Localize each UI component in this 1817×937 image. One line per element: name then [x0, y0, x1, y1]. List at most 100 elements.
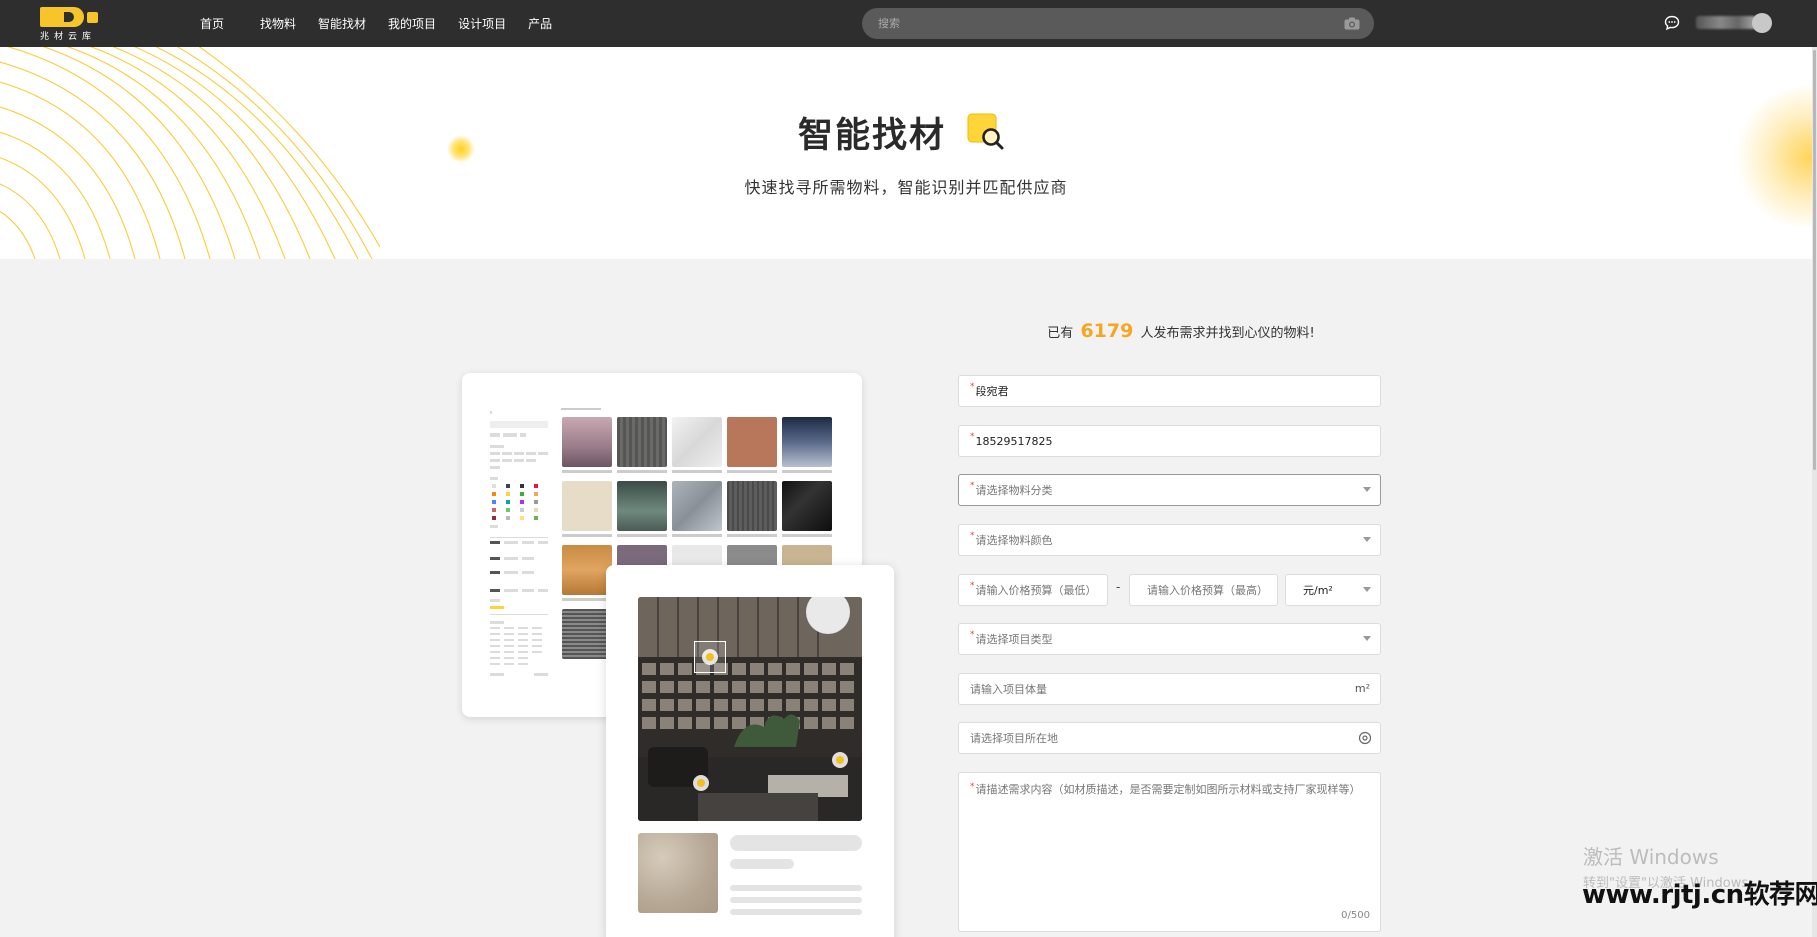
- main-nav: 首页 找物料 智能找材 我的项目 设计项目 产品: [200, 0, 574, 47]
- scrollbar-thumb[interactable]: [1813, 50, 1816, 470]
- page-title: 智能找材: [797, 116, 946, 156]
- tile-caption: [672, 470, 722, 473]
- search-bar: [862, 8, 1374, 39]
- price-unit-select[interactable]: 元/m²: [1285, 574, 1381, 606]
- volume-unit: m²: [1354, 682, 1370, 695]
- logo-mark: [40, 7, 84, 27]
- username-blurred[interactable]: [1696, 16, 1756, 29]
- tile-caption: [782, 534, 832, 537]
- watermark-line-1: 激活 Windows: [1583, 845, 1719, 869]
- site-watermark: www.rjtj.cn软荐网: [1582, 880, 1817, 910]
- magnifier-icon: [967, 113, 1004, 150]
- nav-item-find-materials[interactable]: 找物料: [260, 15, 296, 32]
- material-tile: [617, 417, 667, 467]
- top-navbar: 兆材云库 首页 找物料 智能找材 我的项目 设计项目 产品: [0, 0, 1817, 47]
- stat-count: 6179: [1080, 320, 1134, 342]
- tile-caption: [782, 470, 832, 473]
- hotspot: [832, 752, 848, 768]
- material-tile: [672, 481, 722, 531]
- project-type-placeholder: 请选择项目类型: [975, 633, 1053, 646]
- required-mark: *: [970, 782, 975, 792]
- placeholder-line: [730, 885, 862, 891]
- nav-item-home[interactable]: 首页: [200, 15, 224, 32]
- stat-suffix: 人发布需求并找到心仪的物料!: [1140, 326, 1315, 341]
- name-field[interactable]: * 段宛君: [958, 375, 1381, 407]
- placeholder-line: [730, 835, 862, 851]
- tile-caption: [672, 534, 722, 537]
- filter-sidebar-mock: [490, 411, 548, 676]
- material-category-select[interactable]: * 请选择物料分类: [958, 474, 1381, 506]
- camera-icon[interactable]: [1344, 17, 1360, 30]
- avatar[interactable]: [1752, 13, 1772, 33]
- material-tile: [782, 417, 832, 467]
- material-tile: [562, 417, 612, 467]
- required-mark: *: [970, 581, 975, 591]
- chevron-down-icon: [1363, 487, 1371, 492]
- matched-material-thumbnail: [638, 833, 718, 913]
- nav-item-design-projects[interactable]: 设计项目: [458, 15, 506, 32]
- project-location-select[interactable]: 请选择项目所在地: [958, 722, 1381, 754]
- tile-caption: [562, 470, 612, 473]
- tile-caption: [562, 534, 612, 537]
- hotspot: [693, 775, 709, 791]
- requirement-description-textarea[interactable]: *请描述需求内容（如材质描述，是否需要定制如图所示材料或支持厂家现样等） 0/5…: [958, 772, 1381, 932]
- tile-caption: [617, 470, 667, 473]
- chevron-down-icon: [1363, 587, 1371, 592]
- required-mark: *: [970, 481, 975, 491]
- category-placeholder: 请选择物料分类: [975, 484, 1053, 497]
- logo-dot: [87, 12, 98, 23]
- color-placeholder: 请选择物料颜色: [975, 534, 1053, 547]
- material-tile: [727, 417, 777, 467]
- nav-item-my-projects[interactable]: 我的项目: [388, 15, 436, 32]
- nav-item-smart-find[interactable]: 智能找材: [318, 15, 366, 32]
- material-tile: [562, 481, 612, 531]
- price-max-input[interactable]: 请输入价格预算（最高）: [1129, 574, 1278, 606]
- grid-header: [561, 408, 601, 410]
- page-subtitle: 快速找寻所需物料，智能识别并匹配供应商: [744, 178, 1068, 197]
- placeholder-line: [730, 897, 862, 903]
- illustration-room-recognition: [606, 565, 894, 937]
- phone-field[interactable]: * 18529517825: [958, 425, 1381, 457]
- tile-caption: [562, 598, 612, 601]
- location-placeholder: 请选择项目所在地: [970, 732, 1058, 745]
- logo[interactable]: 兆材云库: [40, 7, 100, 42]
- required-mark: *: [970, 432, 975, 442]
- material-tile: [562, 609, 612, 659]
- stat-prefix: 已有: [1047, 326, 1074, 341]
- material-tile: [782, 481, 832, 531]
- hero-banner: 智能找材 快速找寻所需物料，智能识别并匹配供应商: [0, 47, 1812, 259]
- logo-text: 兆材云库: [40, 32, 97, 42]
- nav-item-products[interactable]: 产品: [528, 15, 552, 32]
- project-type-select[interactable]: * 请选择项目类型: [958, 623, 1381, 655]
- tile-caption: [727, 534, 777, 537]
- price-separator: -: [1116, 580, 1121, 594]
- price-min-placeholder: 请输入价格预算（最低）: [975, 584, 1097, 597]
- hotspot: [702, 649, 718, 665]
- price-unit-value: 元/m²: [1303, 584, 1333, 597]
- message-icon[interactable]: [1664, 15, 1680, 31]
- required-mark: *: [970, 630, 975, 640]
- material-color-select[interactable]: * 请选择物料颜色: [958, 524, 1381, 556]
- character-counter: 0/500: [1341, 910, 1370, 921]
- location-icon[interactable]: [1358, 731, 1372, 745]
- chevron-down-icon: [1363, 537, 1371, 542]
- description-placeholder: 请描述需求内容（如材质描述，是否需要定制如图所示材料或支持厂家现样等）: [975, 783, 1361, 796]
- tile-caption: [617, 534, 667, 537]
- placeholder-line: [730, 859, 794, 869]
- phone-value: 18529517825: [975, 434, 1053, 448]
- material-tile: [617, 481, 667, 531]
- required-mark: *: [970, 531, 975, 541]
- required-mark: *: [970, 382, 975, 392]
- tile-caption: [727, 470, 777, 473]
- project-volume-input[interactable]: 请输入项目体量 m²: [958, 673, 1381, 705]
- price-min-input[interactable]: * 请输入价格预算（最低）: [958, 574, 1108, 606]
- volume-placeholder: 请输入项目体量: [970, 683, 1047, 696]
- price-max-placeholder: 请输入价格预算（最高）: [1147, 584, 1268, 597]
- search-input[interactable]: [878, 8, 1318, 39]
- chevron-down-icon: [1363, 636, 1371, 641]
- room-photo: [638, 597, 862, 821]
- placeholder-line: [730, 909, 862, 915]
- material-tile: [727, 481, 777, 531]
- material-tile: [562, 545, 612, 595]
- user-count-banner: 已有 6179 人发布需求并找到心仪的物料!: [826, 320, 1536, 342]
